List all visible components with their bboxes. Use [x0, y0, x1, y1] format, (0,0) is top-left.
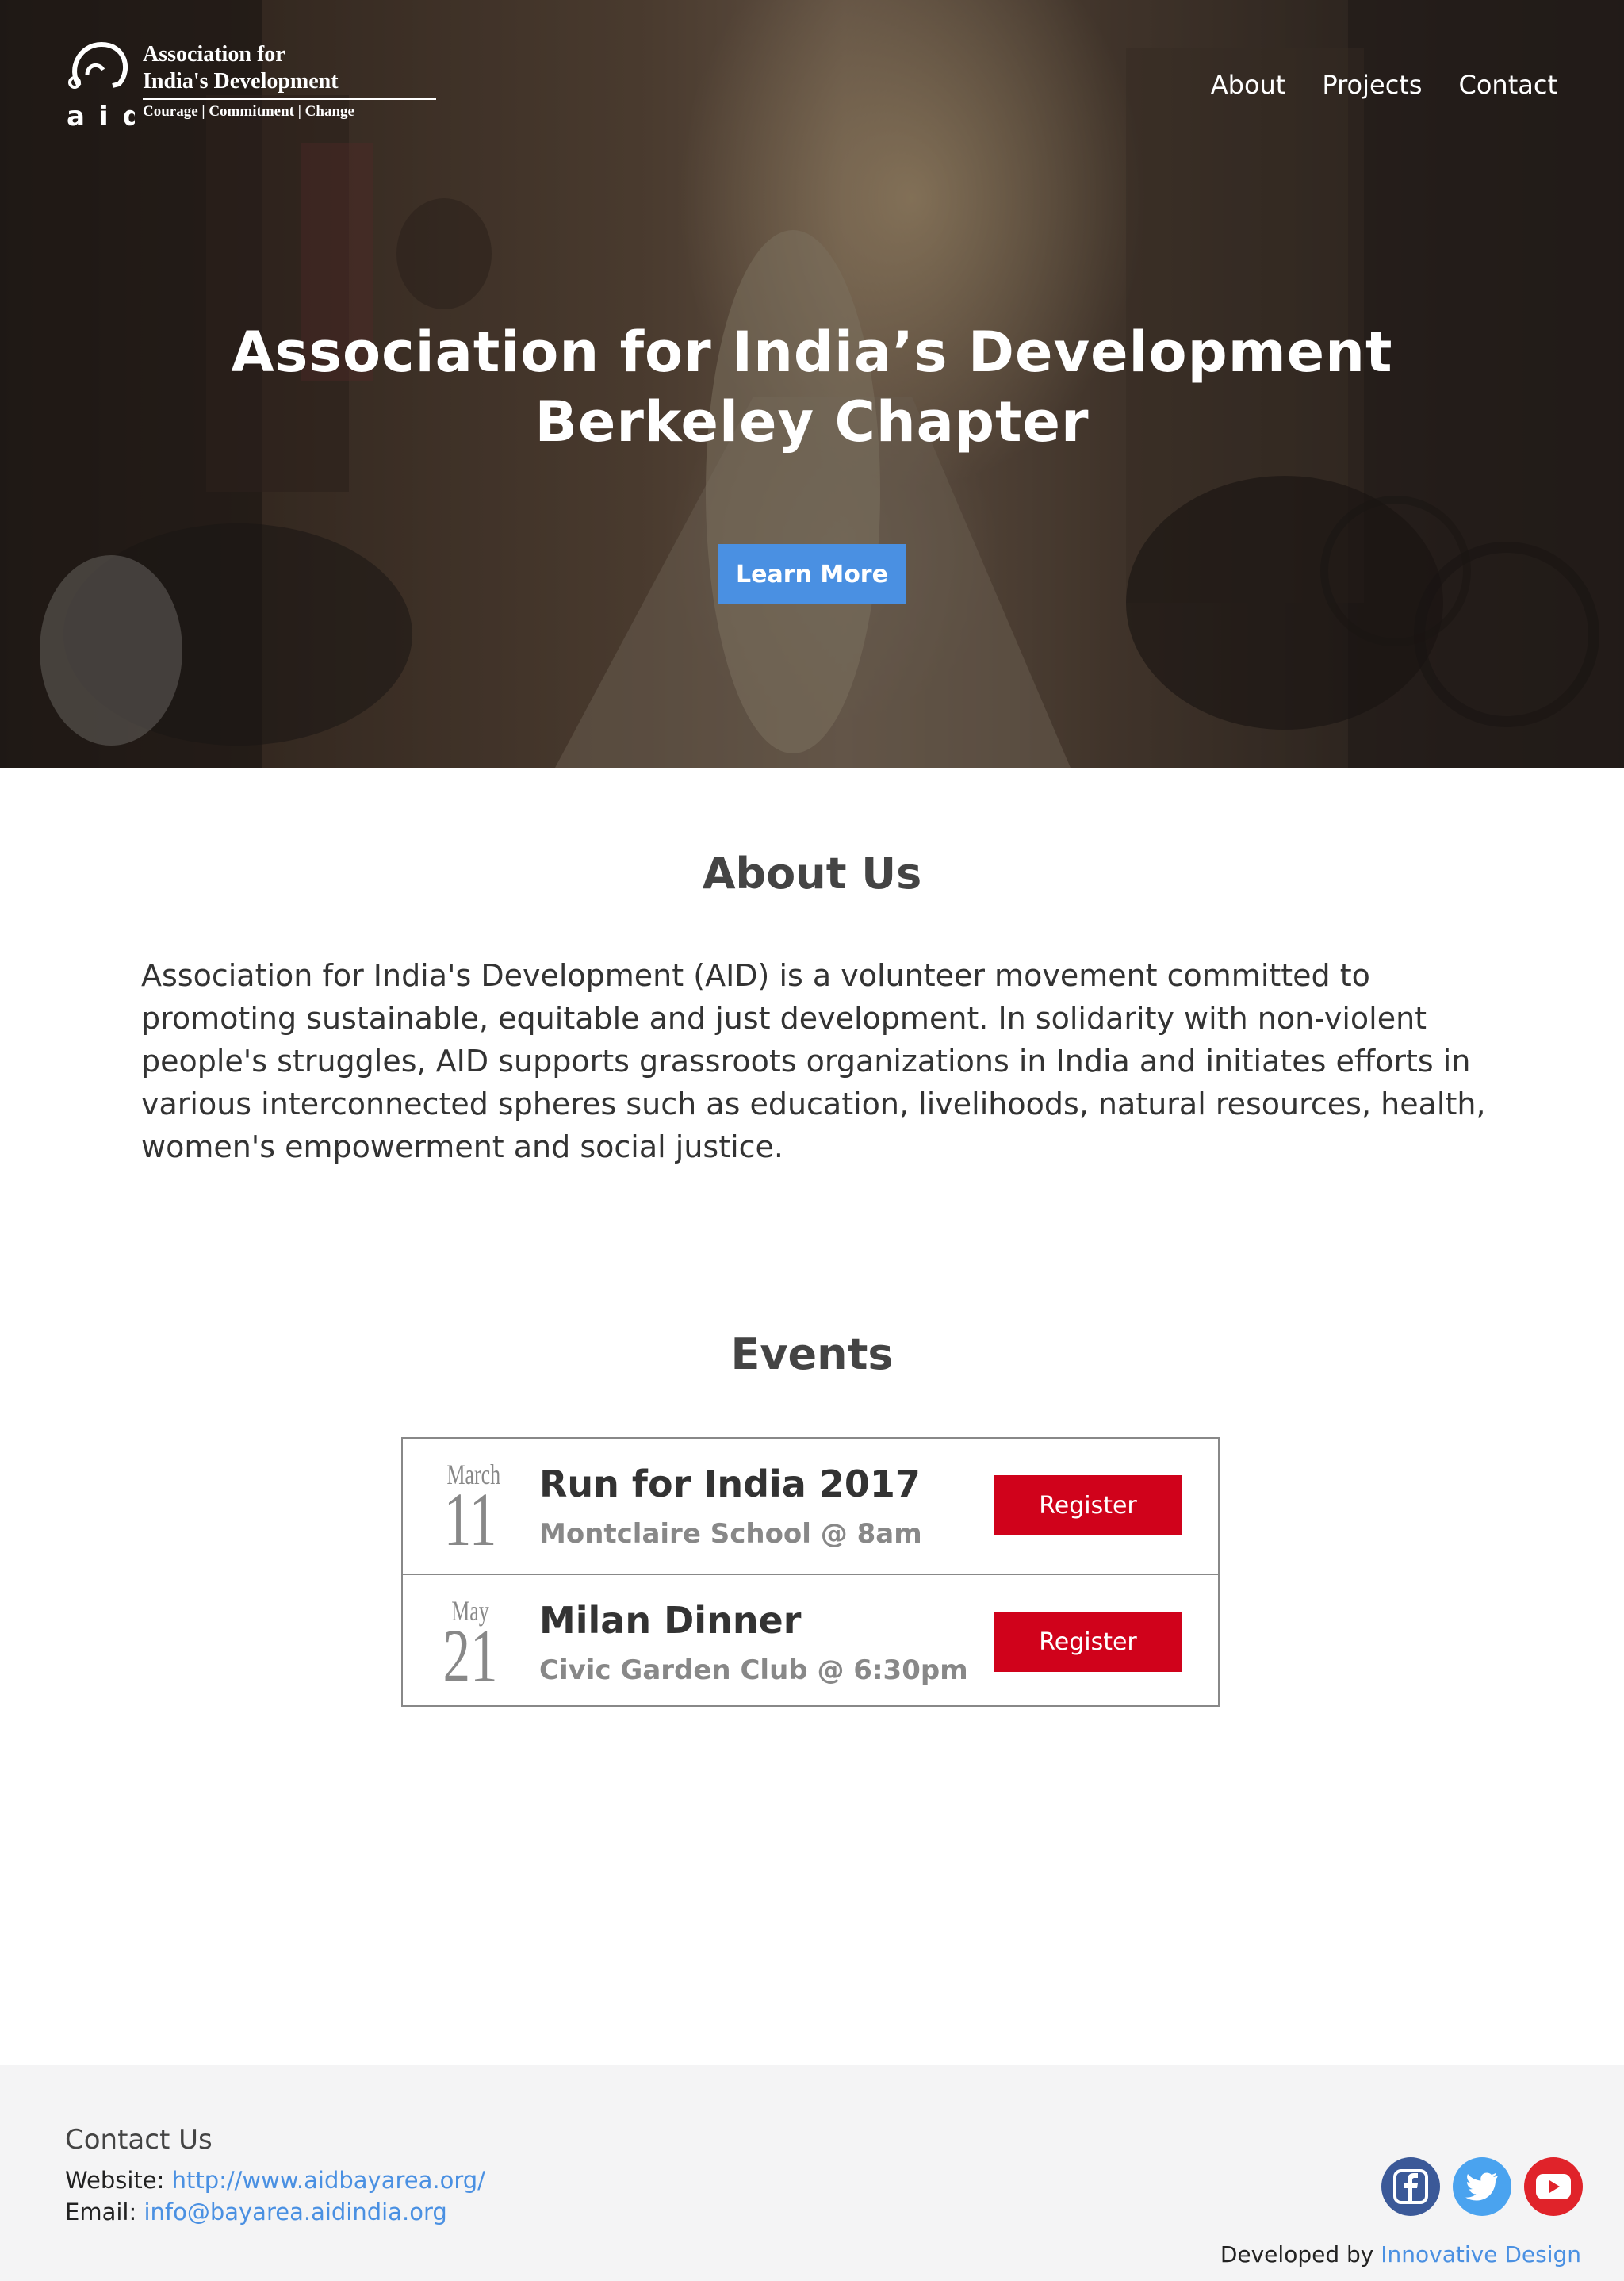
event-day: 11 — [443, 1477, 497, 1562]
developed-by-label: Developed by — [1220, 2241, 1374, 2268]
website-label: Website: — [65, 2167, 165, 2194]
footer: Contact Us Website: http://www.aidbayare… — [0, 2065, 1624, 2281]
event-location: Montclaire School @ 8am — [539, 1518, 922, 1550]
event-location: Civic Garden Club @ 6:30pm — [539, 1654, 968, 1686]
developer-link[interactable]: Innovative Design — [1381, 2241, 1581, 2268]
facebook-icon[interactable] — [1381, 2157, 1440, 2216]
contact-title: Contact Us — [65, 2124, 213, 2156]
nav-projects[interactable]: Projects — [1322, 70, 1422, 100]
website-line: Website: http://www.aidbayarea.org/ — [65, 2167, 485, 2194]
event-item: March 11 Run for India 2017 Montclaire S… — [403, 1439, 1218, 1575]
hero-banner: aid Association for India's Development … — [0, 0, 1624, 768]
brand-name-line1: Association for — [143, 42, 285, 67]
brand-name-line2: India's Development — [143, 69, 339, 94]
event-name: Milan Dinner — [539, 1599, 802, 1642]
brand-tagline: Courage | Commitment | Change — [143, 103, 354, 120]
events-list: March 11 Run for India 2017 Montclaire S… — [401, 1437, 1220, 1707]
email-link[interactable]: info@bayarea.aidindia.org — [144, 2199, 446, 2225]
about-text: Association for India's Development (AID… — [141, 958, 1486, 1164]
register-button[interactable]: Register — [994, 1612, 1182, 1672]
logo-divider — [143, 98, 436, 100]
nav-contact[interactable]: Contact — [1459, 70, 1558, 100]
register-button[interactable]: Register — [994, 1475, 1182, 1535]
nav-about[interactable]: About — [1211, 70, 1286, 100]
developer-credit: Developed by Innovative Design — [1220, 2241, 1581, 2268]
hero-title-line2: Berkeley Chapter — [534, 389, 1090, 454]
brand-logo[interactable]: aid Association for India's Development … — [63, 38, 436, 133]
learn-more-button[interactable]: Learn More — [718, 544, 906, 604]
top-nav: About Projects Contact — [1211, 70, 1557, 100]
youtube-icon[interactable] — [1524, 2157, 1583, 2216]
about-title: About Us — [702, 849, 922, 899]
aid-logo-icon: aid — [67, 41, 135, 129]
website-link[interactable]: http://www.aidbayarea.org/ — [172, 2167, 485, 2194]
hero-title-line1: Association for India’s Development — [231, 320, 1393, 385]
event-name: Run for India 2017 — [539, 1463, 921, 1505]
email-label: Email: — [65, 2199, 137, 2225]
logo-mark-text: aid — [67, 101, 135, 129]
email-line: Email: info@bayarea.aidindia.org — [65, 2199, 447, 2225]
event-item: May 21 Milan Dinner Civic Garden Club @ … — [403, 1575, 1218, 1710]
hero-title: Association for India’s Development Berk… — [0, 317, 1624, 457]
event-day: 21 — [442, 1613, 498, 1698]
social-links — [1381, 2157, 1583, 2216]
events-title: Events — [730, 1329, 894, 1379]
twitter-icon[interactable] — [1453, 2157, 1511, 2216]
brand-name: Association for India's Development — [143, 41, 339, 95]
